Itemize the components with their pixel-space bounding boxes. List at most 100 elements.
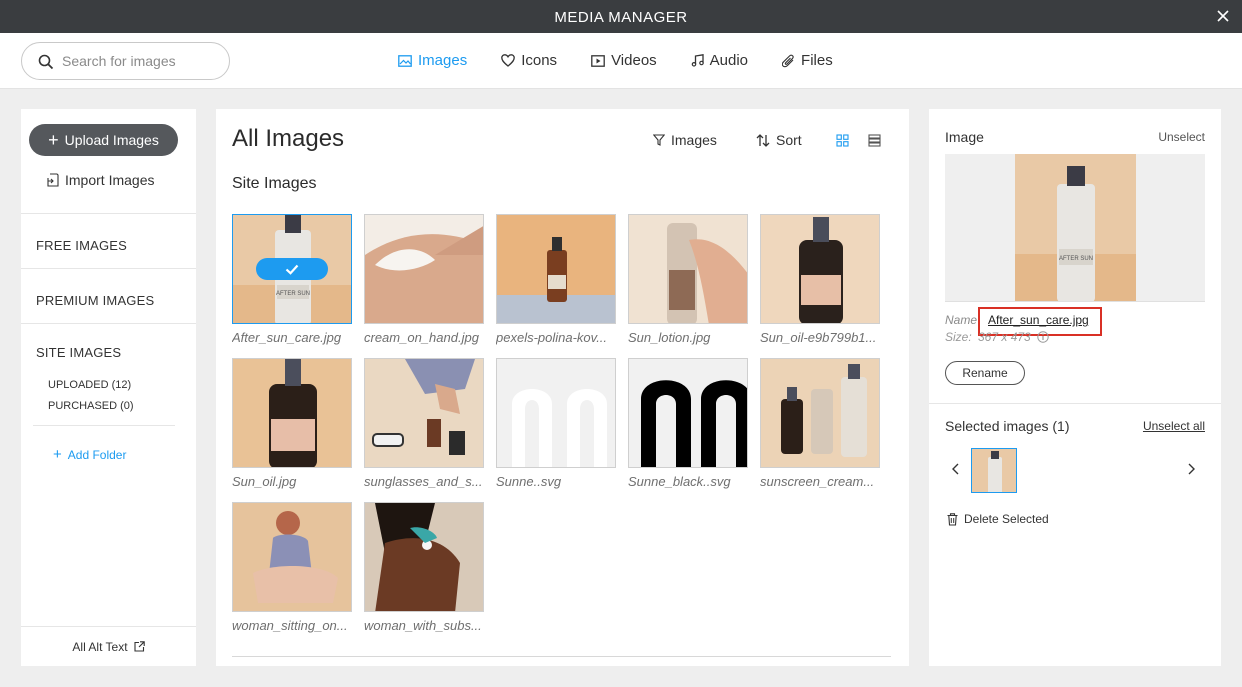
add-folder-button[interactable]: + Add Folder (53, 447, 126, 462)
sort-icon (756, 133, 770, 147)
heart-icon (501, 54, 516, 67)
image-thumb[interactable]: sunglasses_and_s... (364, 358, 484, 489)
image-caption: After_sun_care.jpg (232, 330, 342, 345)
image-sunne-black-svg (629, 359, 747, 467)
tab-videos-label: Videos (611, 52, 657, 69)
page-title: All Images (232, 125, 345, 152)
sidebar-item-free-images[interactable]: FREE IMAGES (36, 238, 127, 253)
details-label: Image (945, 129, 984, 145)
name-label: Name (945, 313, 978, 327)
search-icon (38, 54, 54, 70)
import-icon (47, 173, 59, 187)
image-thumb[interactable]: cream_on_hand.jpg (364, 214, 484, 345)
section-title: Site Images (232, 175, 317, 192)
image-sun-oil-e9b (761, 215, 879, 323)
image-thumb[interactable]: woman_with_subs... (364, 502, 484, 633)
check-icon (285, 264, 299, 275)
image-sun-lotion (629, 215, 747, 323)
image-thumb[interactable]: Sun_oil-e9b799b1... (760, 214, 880, 345)
size-value: 367 x 473 (978, 330, 1031, 344)
image-thumb[interactable]: Sun_lotion.jpg (628, 214, 748, 345)
list-view-icon[interactable] (868, 134, 881, 147)
paperclip-icon (782, 54, 794, 67)
info-icon[interactable] (1037, 331, 1049, 343)
divider (21, 268, 196, 269)
filter-label: Images (671, 132, 717, 148)
upload-images-button[interactable]: + Upload Images (29, 124, 178, 156)
image-sun-oil (233, 359, 351, 467)
image-caption: Sunne_black..svg (628, 474, 731, 489)
play-icon (591, 54, 605, 67)
image-thumb[interactable]: woman_sitting_on... (232, 502, 352, 633)
image-caption: sunscreen_cream... (760, 474, 875, 489)
image-caption: Sun_oil.jpg (232, 474, 297, 489)
sidebar-item-uploaded[interactable]: UPLOADED (12) (48, 379, 131, 391)
tab-videos[interactable]: Videos (591, 52, 657, 69)
window-title: MEDIA MANAGER (554, 9, 688, 26)
image-preview: AFTER SUN (945, 154, 1205, 302)
plus-icon: + (53, 446, 62, 463)
filter-button[interactable]: Images (653, 132, 717, 148)
main-panel: All Images Images Sort Site Images AFTER… (216, 109, 909, 666)
search-box[interactable] (21, 42, 230, 80)
svg-text:AFTER SUN: AFTER SUN (1059, 256, 1093, 262)
delete-selected-button[interactable]: Delete Selected (947, 512, 1049, 526)
plus-icon: + (48, 130, 59, 150)
title-bar: MEDIA MANAGER (0, 0, 1242, 33)
image-cream-on-hand (365, 215, 483, 323)
tab-images[interactable]: Images (398, 52, 467, 69)
add-folder-label: Add Folder (67, 447, 127, 462)
divider (21, 323, 196, 324)
image-thumb[interactable]: Sunne_black..svg (628, 358, 748, 489)
divider (21, 213, 196, 214)
image-thumb[interactable]: AFTER SUN After_sun_care.jpg (232, 214, 352, 345)
image-thumb[interactable]: Sun_oil.jpg (232, 358, 352, 489)
all-alt-text-link[interactable]: All Alt Text (21, 626, 196, 666)
selected-images-title: Selected images (1) (945, 418, 1070, 434)
tab-icons[interactable]: Icons (501, 52, 557, 69)
chevron-right-icon[interactable] (1186, 462, 1196, 476)
upload-images-label: Upload Images (64, 132, 159, 148)
image-thumb[interactable]: pexels-polina-kov... (496, 214, 616, 345)
selected-image-thumb[interactable] (971, 448, 1017, 493)
sidebar-item-purchased[interactable]: PURCHASED (0) (48, 400, 134, 412)
chevron-left-icon[interactable] (951, 462, 961, 476)
preview-image: AFTER SUN (945, 154, 1205, 301)
image-caption: sunglasses_and_s... (364, 474, 483, 489)
tab-audio[interactable]: Audio (691, 52, 748, 69)
sidebar: + Upload Images Import Images FREE IMAGE… (21, 109, 196, 666)
grid-view-icon[interactable] (836, 134, 849, 147)
image-name-value[interactable]: After_sun_care.jpg (988, 313, 1089, 327)
image-sunne-svg (497, 359, 615, 467)
import-images-button[interactable]: Import Images (47, 172, 154, 188)
delete-selected-label: Delete Selected (964, 512, 1049, 526)
divider (33, 425, 175, 426)
image-caption: Sun_oil-e9b799b1... (760, 330, 877, 345)
sidebar-item-premium-images[interactable]: PREMIUM IMAGES (36, 293, 154, 308)
media-tabs: Images Icons Videos Audio Files (398, 52, 867, 69)
image-caption: woman_with_subs... (364, 618, 482, 633)
details-panel: Image Unselect AFTER SUN Name After_sun_… (929, 109, 1221, 666)
image-caption: Sun_lotion.jpg (628, 330, 711, 345)
tab-icons-label: Icons (521, 52, 558, 69)
image-pexels-polina (497, 215, 615, 323)
search-input[interactable] (62, 51, 222, 71)
divider (929, 403, 1221, 404)
sort-button[interactable]: Sort (756, 132, 802, 148)
top-bar: Images Icons Videos Audio (0, 33, 1242, 89)
close-icon[interactable] (1214, 7, 1232, 25)
sidebar-item-site-images[interactable]: SITE IMAGES (36, 345, 121, 360)
image-icon (398, 54, 412, 67)
music-icon (691, 54, 704, 67)
tab-files[interactable]: Files (782, 52, 833, 69)
selected-check-badge (256, 258, 328, 280)
svg-text:AFTER SUN: AFTER SUN (276, 291, 310, 297)
rename-button[interactable]: Rename (945, 361, 1025, 385)
image-thumb[interactable]: sunscreen_cream... (760, 358, 880, 489)
unselect-button[interactable]: Unselect (1158, 130, 1205, 144)
unselect-all-link[interactable]: Unselect all (1143, 419, 1205, 433)
trash-icon (947, 512, 958, 526)
image-caption: Sunne..svg (496, 474, 562, 489)
image-thumb[interactable]: Sunne..svg (496, 358, 616, 489)
image-sunglasses (365, 359, 483, 467)
